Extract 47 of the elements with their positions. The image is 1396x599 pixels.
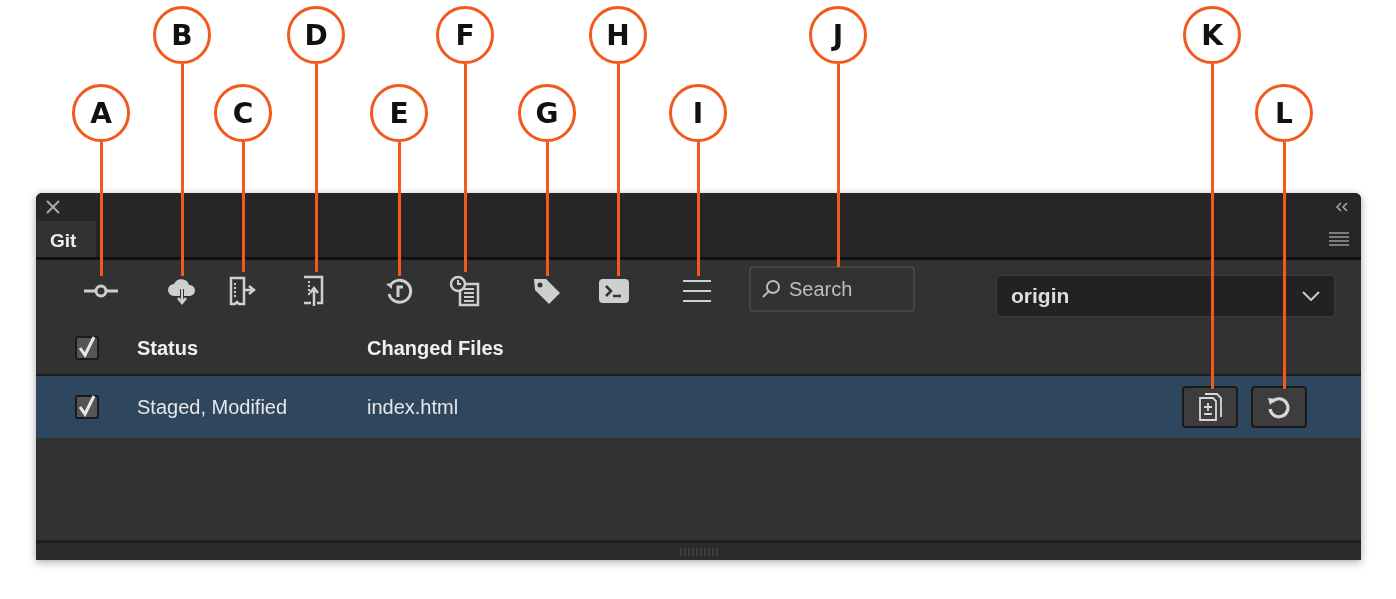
tag-icon [532, 276, 562, 306]
search-icon [761, 279, 781, 299]
callout-marker: C [214, 84, 272, 142]
callout-marker: H [589, 6, 647, 64]
file-name: index.html [367, 395, 459, 418]
callout-marker: A [72, 84, 130, 142]
document-arrow-right-icon [228, 276, 258, 306]
document-diff-icon [1198, 393, 1222, 421]
remote-dropdown[interactable]: origin [996, 275, 1335, 317]
collapse-icon[interactable] [1335, 202, 1349, 212]
toolbar-button[interactable] [449, 275, 481, 307]
callout-marker: K [1183, 6, 1241, 64]
callout-marker: F [436, 6, 494, 64]
toolbar-button[interactable] [84, 284, 118, 298]
commit-icon [84, 284, 118, 298]
callout-marker: I [669, 84, 727, 142]
toolbar-button[interactable] [167, 277, 197, 305]
terminal-icon [598, 278, 630, 304]
toolbar-button[interactable] [532, 276, 562, 306]
callout-marker: J [809, 6, 867, 64]
callout-marker: G [518, 84, 576, 142]
toolbar-button[interactable] [228, 276, 258, 306]
cloud-download-icon [167, 277, 197, 305]
checkbox[interactable] [74, 336, 99, 360]
toolbar-button[interactable] [384, 276, 414, 306]
undo-icon [1266, 394, 1292, 420]
checkbox[interactable] [74, 395, 99, 419]
callout-marker: L [1255, 84, 1313, 142]
row-action-button[interactable] [1182, 386, 1238, 428]
callout-marker: D [287, 6, 345, 64]
menu-icon[interactable] [1329, 232, 1349, 246]
toolbar-button[interactable] [598, 278, 630, 304]
close-icon[interactable] [46, 200, 60, 214]
panel-tab[interactable]: Git [36, 221, 96, 257]
status-text: Staged, Modified [137, 395, 288, 418]
column-header: Status [137, 336, 199, 359]
callout-marker: B [153, 6, 211, 64]
callout-marker: E [370, 84, 428, 142]
menu-icon [683, 279, 711, 303]
search-field[interactable]: Search [749, 266, 915, 312]
clock-document-icon [449, 275, 481, 307]
chevron-down-icon [1302, 291, 1320, 301]
row-action-button[interactable] [1251, 386, 1307, 428]
toolbar-button[interactable] [683, 279, 711, 303]
file-row[interactable]: Staged, Modified index.html [36, 376, 1361, 438]
column-header: Changed Files [367, 336, 504, 359]
history-icon [384, 276, 414, 306]
